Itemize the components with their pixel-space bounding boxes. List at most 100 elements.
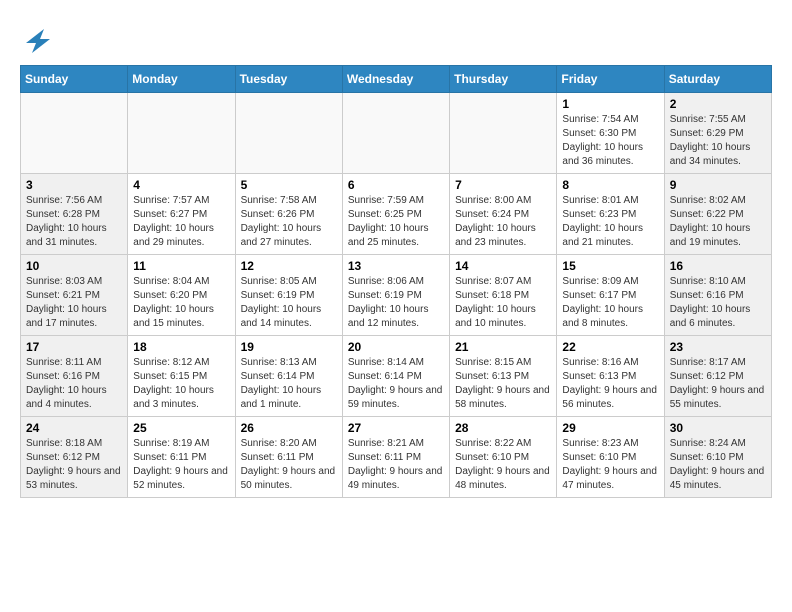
day-info: Sunrise: 7:57 AMSunset: 6:27 PMDaylight:… (133, 194, 229, 250)
day-number: 19 (241, 340, 337, 354)
calendar-cell: 24 Sunrise: 8:18 AMSunset: 6:12 PMDayligh… (21, 417, 128, 498)
calendar-cell: 2Sunrise: 7:55 AMSunset: 6:29 PMDaylight… (664, 93, 771, 174)
day-number: 14 (455, 259, 551, 273)
day-number: 21 (455, 340, 551, 354)
calendar-cell: 19Sunrise: 8:13 AMSunset: 6:14 PMDayligh… (235, 336, 342, 417)
day-number: 28 (455, 421, 551, 435)
calendar-week-5: 24 Sunrise: 8:18 AMSunset: 6:12 PMDayligh… (21, 417, 772, 498)
day-number: 13 (348, 259, 444, 273)
calendar-cell: 5Sunrise: 7:58 AMSunset: 6:26 PMDaylight… (235, 174, 342, 255)
day-info: Sunrise: 7:59 AMSunset: 6:25 PMDaylight:… (348, 194, 444, 250)
weekday-header-saturday: Saturday (664, 66, 771, 93)
calendar-week-3: 10 Sunrise: 8:03 AMSunset: 6:21 PMDayligh… (21, 255, 772, 336)
calendar-week-2: 3 Sunrise: 7:56 AMSunset: 6:28 PMDaylight… (21, 174, 772, 255)
day-info: Sunrise: 8:22 AMSunset: 6:10 PMDaylight:… (455, 437, 551, 493)
day-info: Sunrise: 8:20 AMSunset: 6:11 PMDaylight:… (241, 437, 337, 493)
calendar-cell: 22 Sunrise: 8:16 AMSunset: 6:13 PMDayligh… (557, 336, 664, 417)
day-number: 22 (562, 340, 658, 354)
calendar-cell: 3 Sunrise: 7:56 AMSunset: 6:28 PMDaylight… (21, 174, 128, 255)
calendar-cell: 15 Sunrise: 8:09 AMSunset: 6:17 PMDayligh… (557, 255, 664, 336)
day-number: 29 (562, 421, 658, 435)
weekday-header-wednesday: Wednesday (342, 66, 449, 93)
day-info: Sunrise: 8:02 AMSunset: 6:22 PMDaylight:… (670, 194, 766, 250)
calendar-cell: 10 Sunrise: 8:03 AMSunset: 6:21 PMDayligh… (21, 255, 128, 336)
calendar-cell: 6 Sunrise: 7:59 AMSunset: 6:25 PMDaylight… (342, 174, 449, 255)
day-number: 4 (133, 178, 229, 192)
logo (20, 25, 52, 55)
calendar-cell: 26 Sunrise: 8:20 AMSunset: 6:11 PMDayligh… (235, 417, 342, 498)
day-info: Sunrise: 8:11 AMSunset: 6:16 PMDaylight:… (26, 356, 122, 412)
calendar-cell: 18 Sunrise: 8:12 AMSunset: 6:15 PMDayligh… (128, 336, 235, 417)
day-number: 30 (670, 421, 766, 435)
day-info: Sunrise: 8:19 AMSunset: 6:11 PMDaylight:… (133, 437, 229, 493)
calendar-cell: 25 Sunrise: 8:19 AMSunset: 6:11 PMDayligh… (128, 417, 235, 498)
day-info: Sunrise: 8:12 AMSunset: 6:15 PMDaylight:… (133, 356, 229, 412)
calendar-cell: 4 Sunrise: 7:57 AMSunset: 6:27 PMDaylight… (128, 174, 235, 255)
weekday-header-friday: Friday (557, 66, 664, 93)
day-number: 23 (670, 340, 766, 354)
day-number: 3 (26, 178, 122, 192)
calendar-cell: 16 Sunrise: 8:10 AMSunset: 6:16 PMDayligh… (664, 255, 771, 336)
day-info: Sunrise: 8:23 AMSunset: 6:10 PMDaylight:… (562, 437, 658, 493)
calendar-cell: 8 Sunrise: 8:01 AMSunset: 6:23 PMDaylight… (557, 174, 664, 255)
day-number: 8 (562, 178, 658, 192)
calendar-cell: 13 Sunrise: 8:06 AMSunset: 6:19 PMDayligh… (342, 255, 449, 336)
day-info: Sunrise: 8:24 AMSunset: 6:10 PMDaylight:… (670, 437, 766, 493)
day-info: Sunrise: 8:10 AMSunset: 6:16 PMDaylight:… (670, 275, 766, 331)
calendar-cell: 28 Sunrise: 8:22 AMSunset: 6:10 PMDayligh… (450, 417, 557, 498)
calendar-cell: 17 Sunrise: 8:11 AMSunset: 6:16 PMDayligh… (21, 336, 128, 417)
day-info: Sunrise: 7:56 AMSunset: 6:28 PMDaylight:… (26, 194, 122, 250)
day-number: 12 (241, 259, 337, 273)
day-number: 10 (26, 259, 122, 273)
day-info: Sunrise: 8:03 AMSunset: 6:21 PMDaylight:… (26, 275, 122, 331)
calendar-cell: 7 Sunrise: 8:00 AMSunset: 6:24 PMDaylight… (450, 174, 557, 255)
calendar-cell: 20 Sunrise: 8:14 AMSunset: 6:14 PMDayligh… (342, 336, 449, 417)
calendar-cell (235, 93, 342, 174)
day-number: 20 (348, 340, 444, 354)
calendar-cell: 27 Sunrise: 8:21 AMSunset: 6:11 PMDayligh… (342, 417, 449, 498)
day-info: Sunrise: 8:06 AMSunset: 6:19 PMDaylight:… (348, 275, 444, 331)
day-info: Sunrise: 8:15 AMSunset: 6:13 PMDaylight:… (455, 356, 551, 412)
calendar-cell (342, 93, 449, 174)
day-info: Sunrise: 8:05 AMSunset: 6:19 PMDaylight:… (241, 275, 337, 331)
logo-icon (22, 25, 52, 55)
day-number: 6 (348, 178, 444, 192)
day-number: 24 (26, 421, 122, 435)
day-number: 11 (133, 259, 229, 273)
day-number: 25 (133, 421, 229, 435)
day-info: Sunrise: 8:09 AMSunset: 6:17 PMDaylight:… (562, 275, 658, 331)
day-info: Sunrise: 8:01 AMSunset: 6:23 PMDaylight:… (562, 194, 658, 250)
day-number: 15 (562, 259, 658, 273)
weekday-header-sunday: Sunday (21, 66, 128, 93)
day-info: Sunrise: 8:07 AMSunset: 6:18 PMDaylight:… (455, 275, 551, 331)
calendar-cell: 23 Sunrise: 8:17 AMSunset: 6:12 PMDayligh… (664, 336, 771, 417)
day-info: Sunrise: 8:18 AMSunset: 6:12 PMDaylight:… (26, 437, 122, 493)
calendar-cell (450, 93, 557, 174)
day-number: 9 (670, 178, 766, 192)
day-info: Sunrise: 8:00 AMSunset: 6:24 PMDaylight:… (455, 194, 551, 250)
day-info: Sunrise: 8:21 AMSunset: 6:11 PMDaylight:… (348, 437, 444, 493)
day-number: 16 (670, 259, 766, 273)
day-info: Sunrise: 8:17 AMSunset: 6:12 PMDaylight:… (670, 356, 766, 412)
day-info: Sunrise: 8:04 AMSunset: 6:20 PMDaylight:… (133, 275, 229, 331)
day-number: 2 (670, 97, 766, 111)
day-number: 26 (241, 421, 337, 435)
calendar-table: SundayMondayTuesdayWednesdayThursdayFrid… (20, 65, 772, 498)
day-info: Sunrise: 8:14 AMSunset: 6:14 PMDaylight:… (348, 356, 444, 412)
page-header (20, 20, 772, 55)
day-number: 7 (455, 178, 551, 192)
day-info: Sunrise: 7:54 AMSunset: 6:30 PMDaylight:… (562, 113, 658, 169)
day-info: Sunrise: 8:16 AMSunset: 6:13 PMDaylight:… (562, 356, 658, 412)
calendar-cell: 14 Sunrise: 8:07 AMSunset: 6:18 PMDayligh… (450, 255, 557, 336)
day-number: 5 (241, 178, 337, 192)
day-number: 27 (348, 421, 444, 435)
day-number: 17 (26, 340, 122, 354)
calendar-cell: 9 Sunrise: 8:02 AMSunset: 6:22 PMDaylight… (664, 174, 771, 255)
calendar-cell: 30 Sunrise: 8:24 AMSunset: 6:10 PMDayligh… (664, 417, 771, 498)
calendar-cell: 29 Sunrise: 8:23 AMSunset: 6:10 PMDayligh… (557, 417, 664, 498)
calendar-cell (128, 93, 235, 174)
weekday-header-tuesday: Tuesday (235, 66, 342, 93)
calendar-cell: 12 Sunrise: 8:05 AMSunset: 6:19 PMDayligh… (235, 255, 342, 336)
calendar-week-4: 17 Sunrise: 8:11 AMSunset: 6:16 PMDayligh… (21, 336, 772, 417)
day-number: 18 (133, 340, 229, 354)
